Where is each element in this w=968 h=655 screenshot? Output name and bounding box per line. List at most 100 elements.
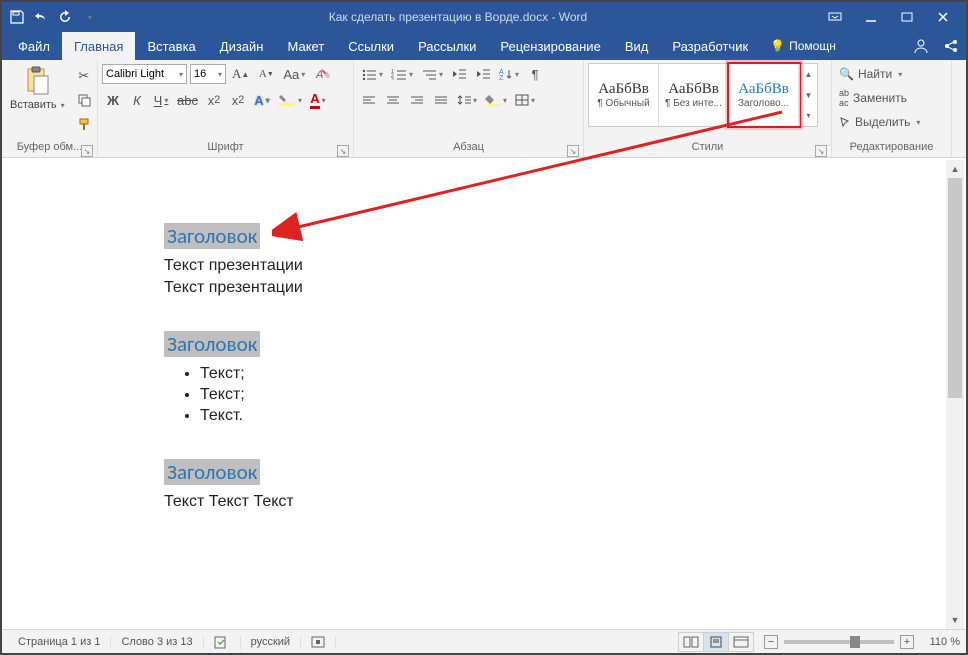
status-words[interactable]: Слово 3 из 13 <box>111 636 203 648</box>
web-layout-icon[interactable] <box>728 632 754 652</box>
increase-indent-icon[interactable] <box>472 63 494 85</box>
font-name-combo[interactable]: Calibri Light▾ <box>102 64 187 84</box>
font-size-combo[interactable]: 16▾ <box>190 64 226 84</box>
tab-layout[interactable]: Макет <box>275 32 336 60</box>
document-area[interactable]: Заголовок Текст презентации Текст презен… <box>4 160 946 629</box>
tab-view[interactable]: Вид <box>613 32 661 60</box>
paragraph-launcher-icon[interactable]: ↘ <box>567 145 579 157</box>
maximize-icon[interactable] <box>890 7 924 27</box>
share-icon[interactable] <box>936 38 966 54</box>
line-spacing-icon[interactable] <box>454 89 480 111</box>
read-mode-icon[interactable] <box>678 632 704 652</box>
tab-developer[interactable]: Разработчик <box>660 32 760 60</box>
font-color-icon[interactable]: A <box>307 89 329 111</box>
subscript-icon[interactable]: x2 <box>203 89 225 111</box>
tab-design[interactable]: Дизайн <box>208 32 276 60</box>
align-justify-icon[interactable] <box>430 89 452 111</box>
list-item[interactable]: Текст; <box>200 365 944 383</box>
heading[interactable]: Заголовок <box>164 331 260 357</box>
content-block-3: Заголовок Текст Текст Текст <box>164 459 944 511</box>
copy-icon[interactable] <box>73 89 95 111</box>
show-marks-icon[interactable]: ¶ <box>524 63 546 85</box>
align-center-icon[interactable] <box>382 89 404 111</box>
change-case-icon[interactable]: Aa <box>280 63 308 85</box>
multilevel-list-icon[interactable] <box>418 63 446 85</box>
style-normal[interactable]: АаБбВв ¶ Обычный <box>589 64 659 126</box>
italic-icon[interactable]: К <box>126 89 148 111</box>
status-macro-icon[interactable] <box>301 636 336 648</box>
font-launcher-icon[interactable]: ↘ <box>337 145 349 157</box>
styles-more-icon[interactable]: ▾ <box>800 105 817 126</box>
ribbon-options-icon[interactable] <box>818 7 852 27</box>
minimize-icon[interactable] <box>854 7 888 27</box>
format-painter-icon[interactable] <box>73 113 95 135</box>
shading-icon[interactable] <box>482 89 510 111</box>
zoom-in-icon[interactable]: + <box>900 635 914 649</box>
paste-label: Вставить <box>10 99 57 111</box>
tab-mailings[interactable]: Рассылки <box>406 32 488 60</box>
print-layout-icon[interactable] <box>703 632 729 652</box>
status-language[interactable]: русский <box>241 636 301 648</box>
status-proofing-icon[interactable] <box>204 635 241 649</box>
undo-icon[interactable] <box>32 8 50 26</box>
paragraph[interactable]: Текст презентации <box>164 257 944 275</box>
borders-icon[interactable] <box>512 89 538 111</box>
align-left-icon[interactable] <box>358 89 380 111</box>
tab-home[interactable]: Главная <box>62 32 135 60</box>
scroll-thumb[interactable] <box>948 178 962 398</box>
clipboard-launcher-icon[interactable]: ↘ <box>81 145 93 157</box>
zoom-slider[interactable] <box>784 640 894 644</box>
strikethrough-icon[interactable]: abc <box>174 89 201 111</box>
scroll-track[interactable] <box>946 178 964 611</box>
grow-font-icon[interactable]: A▲ <box>229 63 252 85</box>
zoom-knob[interactable] <box>850 636 860 648</box>
bold-icon[interactable]: Ж <box>102 89 124 111</box>
highlight-icon[interactable] <box>275 89 305 111</box>
clipboard-icon <box>21 65 53 97</box>
account-icon[interactable] <box>906 38 936 54</box>
tell-me[interactable]: 💡 Помощн <box>760 32 846 60</box>
style-no-spacing[interactable]: АаБбВв ¶ Без инте... <box>659 64 729 126</box>
paragraph-group-label: Абзац <box>453 141 484 153</box>
paste-button[interactable]: Вставить <box>6 63 69 113</box>
styles-up-icon[interactable]: ▲ <box>800 64 817 85</box>
find-button[interactable]: 🔍Найти <box>836 63 926 85</box>
cut-icon[interactable]: ✂ <box>73 65 95 87</box>
scroll-down-icon[interactable]: ▼ <box>946 611 964 629</box>
ribbon: Вставить ✂ Буфер обм...↘ Calibri Light▾ … <box>2 60 966 158</box>
numbering-icon[interactable]: 123 <box>388 63 416 85</box>
sort-icon[interactable]: AZ <box>496 63 522 85</box>
tab-file[interactable]: Файл <box>6 32 62 60</box>
list-item[interactable]: Текст; <box>200 386 944 404</box>
close-icon[interactable] <box>926 7 960 27</box>
zoom-value[interactable]: 110 % <box>920 636 960 648</box>
styles-launcher-icon[interactable]: ↘ <box>815 145 827 157</box>
zoom-out-icon[interactable]: − <box>764 635 778 649</box>
clear-formatting-icon[interactable]: A <box>311 63 333 85</box>
underline-icon[interactable]: Ч <box>150 89 172 111</box>
decrease-indent-icon[interactable] <box>448 63 470 85</box>
style-heading1[interactable]: АаБбВв Заголово... <box>729 64 799 126</box>
styles-down-icon[interactable]: ▼ <box>800 85 817 106</box>
tab-insert[interactable]: Вставка <box>135 32 207 60</box>
scroll-up-icon[interactable]: ▲ <box>946 160 964 178</box>
tab-review[interactable]: Рецензирование <box>488 32 612 60</box>
align-right-icon[interactable] <box>406 89 428 111</box>
shrink-font-icon[interactable]: A▼ <box>255 63 277 85</box>
save-icon[interactable] <box>8 8 26 26</box>
tab-references[interactable]: Ссылки <box>336 32 406 60</box>
redo-icon[interactable] <box>56 8 74 26</box>
paragraph[interactable]: Текст презентации <box>164 279 944 297</box>
heading[interactable]: Заголовок <box>164 459 260 485</box>
text-effects-icon[interactable]: A <box>251 89 273 111</box>
list-item[interactable]: Текст. <box>200 407 944 425</box>
qat-customize-icon[interactable] <box>80 8 98 26</box>
status-page[interactable]: Страница 1 из 1 <box>8 636 111 648</box>
replace-button[interactable]: abacЗаменить <box>836 87 926 109</box>
bullets-icon[interactable] <box>358 63 386 85</box>
heading[interactable]: Заголовок <box>164 223 260 249</box>
select-button[interactable]: Выделить <box>836 111 926 133</box>
superscript-icon[interactable]: x2 <box>227 89 249 111</box>
paragraph[interactable]: Текст Текст Текст <box>164 493 944 511</box>
zoom-control: − + 110 % <box>764 635 960 649</box>
